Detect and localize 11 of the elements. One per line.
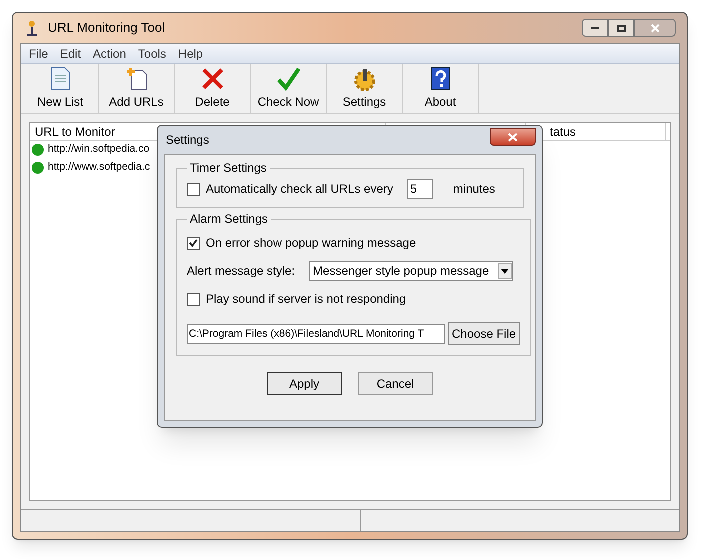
url-text: http://www.softpedia.c (48, 160, 150, 176)
dialog-title: Settings (165, 132, 210, 149)
field-label: Alert message style: (187, 263, 296, 280)
window-title: URL Monitoring Tool (48, 19, 166, 38)
group-label: Alarm Settings (189, 211, 270, 228)
checkbox-label: Play sound if server is not responding (206, 291, 406, 308)
unit-label: minutes (453, 181, 496, 198)
checkbox-label: On error show popup warning message (206, 235, 416, 252)
checkbox-label: Automatically check all URLs every (206, 181, 394, 198)
group-label: Timer Settings (189, 160, 268, 177)
url-text: http://win.softpedia.co (48, 142, 150, 158)
